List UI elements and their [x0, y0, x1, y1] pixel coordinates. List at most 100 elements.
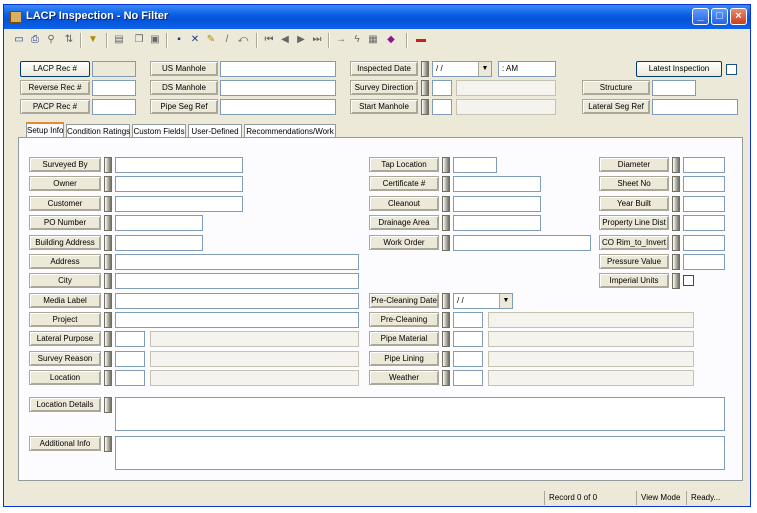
chevron-down-icon[interactable]: ▼: [499, 294, 512, 308]
structure-label: Structure: [582, 80, 650, 95]
lacp-rec-button[interactable]: LACP Rec #: [20, 61, 90, 77]
location-details-textarea[interactable]: [115, 397, 725, 431]
print-icon[interactable]: ⎙: [28, 33, 42, 47]
survey-reason-desc-field: [150, 351, 359, 367]
po-number-field[interactable]: [115, 215, 203, 231]
next-record-icon[interactable]: ▶: [294, 33, 308, 47]
address-field[interactable]: [115, 254, 359, 270]
imperial-units-checkbox[interactable]: [683, 275, 694, 286]
co-rim-to-invert-field[interactable]: [683, 235, 725, 251]
customer-label: Customer: [29, 196, 101, 211]
owner-field[interactable]: [115, 176, 243, 192]
report-icon[interactable]: ▤: [112, 33, 126, 47]
ds-manhole-field[interactable]: [220, 80, 336, 96]
record-indicator: [421, 99, 429, 115]
tab-condition-ratings[interactable]: Condition Ratings: [66, 124, 130, 138]
tab-user-defined[interactable]: User-Defined: [188, 124, 242, 138]
last-record-icon[interactable]: ⏭: [310, 33, 324, 47]
certificate-field[interactable]: [453, 176, 541, 192]
record-indicator: [442, 312, 450, 328]
sort-icon[interactable]: ⇅: [62, 33, 76, 47]
inspected-date-picker[interactable]: / / ▼: [432, 61, 492, 77]
inspected-time-field[interactable]: : AM: [498, 61, 556, 77]
chevron-down-icon[interactable]: ▼: [478, 62, 491, 76]
pencil-icon[interactable]: /: [220, 33, 234, 47]
survey-direction-code-field[interactable]: [432, 80, 452, 96]
delete-icon[interactable]: ✕: [188, 33, 202, 47]
location-code-field[interactable]: [115, 370, 145, 386]
customer-field[interactable]: [115, 196, 243, 212]
form-view-icon[interactable]: ▭: [12, 33, 26, 47]
project-label: Project: [29, 312, 101, 327]
lateral-purpose-code-field[interactable]: [115, 331, 145, 347]
maximize-button[interactable]: □: [711, 8, 728, 25]
city-field[interactable]: [115, 273, 359, 289]
media-label-field[interactable]: [115, 293, 359, 309]
close-button[interactable]: ×: [730, 8, 747, 25]
location-details-label: Location Details: [29, 397, 101, 412]
diameter-label: Diameter: [599, 157, 669, 172]
work-order-field[interactable]: [453, 235, 591, 251]
drainage-area-field[interactable]: [453, 215, 541, 231]
paste-icon[interactable]: ▣: [148, 33, 162, 47]
tap-location-field[interactable]: [453, 157, 497, 173]
latest-inspection-checkbox[interactable]: [726, 64, 737, 75]
media-label-label: Media Label: [29, 293, 101, 308]
sheet-no-label: Sheet No: [599, 176, 669, 191]
pressure-value-field[interactable]: [683, 254, 725, 270]
reverse-rec-field[interactable]: [92, 80, 136, 96]
new-record-icon[interactable]: →: [334, 33, 348, 47]
pipe-seg-ref-field[interactable]: [220, 99, 336, 115]
start-manhole-code-field[interactable]: [432, 99, 452, 115]
prev-record-icon[interactable]: ◀: [278, 33, 292, 47]
copy-icon[interactable]: ❐: [132, 33, 146, 47]
pipe-material-desc-field: [488, 331, 694, 347]
year-built-field[interactable]: [683, 196, 725, 212]
calculator-icon[interactable]: ▦: [366, 33, 380, 47]
weather-code-field[interactable]: [453, 370, 483, 386]
pre-cleaning-label: Pre-Cleaning: [369, 312, 439, 327]
record-indicator: [104, 351, 112, 367]
tab-recommendations-work[interactable]: Recommendations/Work: [244, 124, 336, 138]
lightning-icon[interactable]: ϟ: [350, 33, 364, 47]
record-indicator: [104, 196, 112, 212]
sheet-no-field[interactable]: [683, 176, 725, 192]
diameter-field[interactable]: [683, 157, 725, 173]
inspected-date-value: / /: [436, 64, 443, 73]
tab-custom-fields[interactable]: Custom Fields: [132, 124, 186, 138]
record-indicator: [104, 312, 112, 328]
us-manhole-field[interactable]: [220, 61, 336, 77]
city-label: City: [29, 273, 101, 288]
pipe-lining-desc-field: [488, 351, 694, 367]
record-indicator: [104, 235, 112, 251]
latest-inspection-button[interactable]: Latest Inspection: [636, 61, 722, 77]
filter-icon[interactable]: ▼: [86, 33, 100, 47]
first-record-icon[interactable]: ⏮: [262, 33, 276, 47]
book-icon[interactable]: ◆: [384, 33, 398, 47]
pacp-rec-field[interactable]: [92, 99, 136, 115]
record-indicator: [104, 215, 112, 231]
additional-info-label: Additional Info: [29, 436, 101, 451]
exit-icon[interactable]: ▬: [414, 33, 428, 47]
building-address-field[interactable]: [115, 235, 203, 251]
property-line-dist-field[interactable]: [683, 215, 725, 231]
edit-icon[interactable]: ✎: [204, 33, 218, 47]
minimize-button[interactable]: _: [692, 8, 709, 25]
structure-field[interactable]: [652, 80, 696, 96]
record-indicator: [672, 176, 680, 192]
record-indicator: [421, 80, 429, 96]
pipe-material-code-field[interactable]: [453, 331, 483, 347]
undo-icon[interactable]: ⤺: [236, 33, 250, 47]
pre-cleaning-code-field[interactable]: [453, 312, 483, 328]
pre-cleaning-date-picker[interactable]: / / ▼: [453, 293, 513, 309]
project-field[interactable]: [115, 312, 359, 328]
surveyed-by-field[interactable]: [115, 157, 243, 173]
record-indicator: [442, 351, 450, 367]
save-icon[interactable]: ▪: [172, 33, 186, 47]
additional-info-textarea[interactable]: [115, 436, 725, 470]
pipe-lining-code-field[interactable]: [453, 351, 483, 367]
cleanout-field[interactable]: [453, 196, 541, 212]
survey-reason-code-field[interactable]: [115, 351, 145, 367]
binoculars-icon[interactable]: ⚲: [44, 33, 58, 47]
lateral-seg-ref-field[interactable]: [652, 99, 738, 115]
